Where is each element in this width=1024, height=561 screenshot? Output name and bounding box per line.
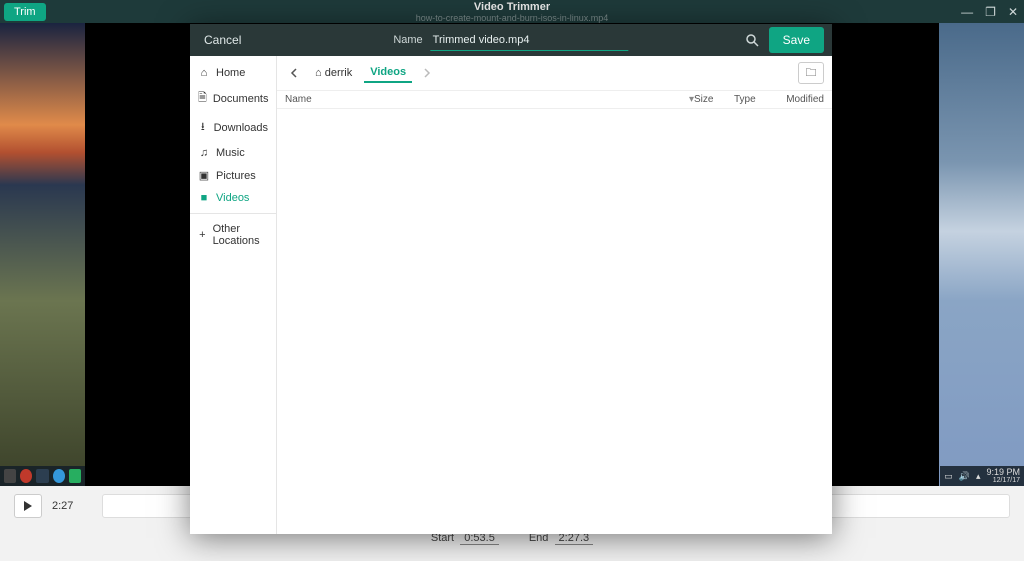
sidebar-item-label: Pictures — [216, 170, 256, 182]
search-button[interactable] — [745, 33, 759, 47]
sidebar-separator — [190, 213, 276, 214]
home-icon: ⌂ — [315, 67, 322, 79]
breadcrumb-folder[interactable]: Videos — [364, 63, 412, 83]
window-controls: — ❐ ✕ — [961, 5, 1018, 19]
taskbar-right: ▭ 🔊 ▴ 9:19 PM 12/17/17 — [940, 466, 1024, 486]
taskbar-icon[interactable] — [20, 469, 32, 483]
new-folder-icon: 🗀 — [806, 64, 817, 83]
volume-icon[interactable]: 🔊 — [959, 471, 970, 482]
desktop-left-strip — [0, 23, 85, 486]
cancel-button[interactable]: Cancel — [198, 29, 247, 51]
sidebar-item-label: Downloads — [214, 122, 268, 134]
play-button[interactable] — [14, 494, 42, 518]
save-button[interactable]: Save — [769, 27, 824, 53]
clock-time: 9:19 PM — [986, 468, 1020, 477]
column-name-label: Name — [285, 94, 312, 105]
file-list[interactable] — [277, 109, 832, 534]
sidebar-item-label: Music — [216, 147, 245, 159]
clock-date: 12/17/17 — [986, 477, 1020, 484]
minimize-icon[interactable]: — — [961, 5, 973, 19]
taskbar-icon[interactable] — [36, 469, 48, 483]
play-icon — [23, 501, 33, 511]
nav-forward-button[interactable] — [418, 66, 436, 80]
column-headers: Name ▾ Size Type Modified — [277, 90, 832, 109]
chevron-left-icon — [290, 68, 298, 78]
taskbar-icon[interactable] — [4, 469, 16, 483]
tray-icon[interactable]: ▭ — [944, 471, 953, 482]
sidebar-item-pictures[interactable]: ▣ Pictures — [190, 164, 276, 187]
video-icon: ■ — [198, 192, 210, 204]
taskbar-clock[interactable]: 9:19 PM 12/17/17 — [986, 468, 1020, 484]
app-subtitle: how-to-create-mount-and-burn-isos-in-lin… — [416, 13, 609, 23]
sidebar-item-videos[interactable]: ■ Videos — [190, 187, 276, 209]
column-modified[interactable]: Modified — [774, 94, 824, 105]
dialog-header: Cancel Name Save — [190, 24, 832, 56]
taskbar-left — [0, 466, 85, 486]
download-icon: ⭳ — [198, 118, 208, 137]
trim-button[interactable]: Trim — [4, 3, 46, 21]
sidebar-item-other-locations[interactable]: + Other Locations — [190, 218, 276, 252]
app-title: Video Trimmer — [416, 1, 609, 13]
close-icon[interactable]: ✕ — [1008, 5, 1018, 19]
breadcrumb-home[interactable]: ⌂ derrik — [309, 64, 358, 82]
column-type[interactable]: Type — [734, 94, 774, 105]
maximize-icon[interactable]: ❐ — [985, 5, 996, 19]
current-time: 2:27 — [52, 500, 92, 512]
new-folder-button[interactable]: 🗀 — [798, 62, 824, 84]
sidebar-item-label: Other Locations — [213, 223, 268, 247]
desktop-right-strip: ▭ 🔊 ▴ 9:19 PM 12/17/17 — [939, 23, 1024, 486]
search-icon — [745, 33, 759, 47]
taskbar-icon[interactable] — [53, 469, 65, 483]
sidebar-item-home[interactable]: ⌂ Home — [190, 62, 276, 84]
name-label: Name — [393, 34, 422, 46]
breadcrumb: ⌂ derrik Videos 🗀 — [277, 56, 832, 90]
column-name[interactable]: Name ▾ — [285, 94, 694, 105]
sidebar-item-label: Videos — [216, 192, 249, 204]
save-dialog: Cancel Name Save ⌂ Home 🗎 Documents ⭳ Do… — [190, 24, 832, 534]
chevron-right-icon — [423, 68, 431, 78]
column-size[interactable]: Size — [694, 94, 734, 105]
document-icon: 🗎 — [198, 89, 207, 108]
sidebar-item-label: Home — [216, 67, 245, 79]
places-sidebar: ⌂ Home 🗎 Documents ⭳ Downloads ♫ Music ▣… — [190, 56, 277, 534]
titlebar-center: Video Trimmer how-to-create-mount-and-bu… — [416, 1, 609, 23]
plus-icon: + — [198, 229, 207, 241]
tray-chevron-icon[interactable]: ▴ — [976, 471, 981, 482]
nav-back-button[interactable] — [285, 66, 303, 80]
sidebar-item-documents[interactable]: 🗎 Documents — [190, 84, 276, 113]
pictures-icon: ▣ — [198, 169, 210, 182]
sidebar-item-music[interactable]: ♫ Music — [190, 142, 276, 164]
filename-input[interactable] — [431, 30, 629, 51]
main-toolbar: Trim Video Trimmer how-to-create-mount-a… — [0, 0, 1024, 23]
sidebar-item-downloads[interactable]: ⭳ Downloads — [190, 113, 276, 142]
home-icon: ⌂ — [198, 67, 210, 79]
sidebar-item-label: Documents — [213, 93, 269, 105]
music-icon: ♫ — [198, 147, 210, 159]
taskbar-icon[interactable] — [69, 469, 81, 483]
breadcrumb-user: derrik — [325, 67, 353, 79]
file-pane: ⌂ derrik Videos 🗀 Name ▾ Size Type Mod — [277, 56, 832, 534]
